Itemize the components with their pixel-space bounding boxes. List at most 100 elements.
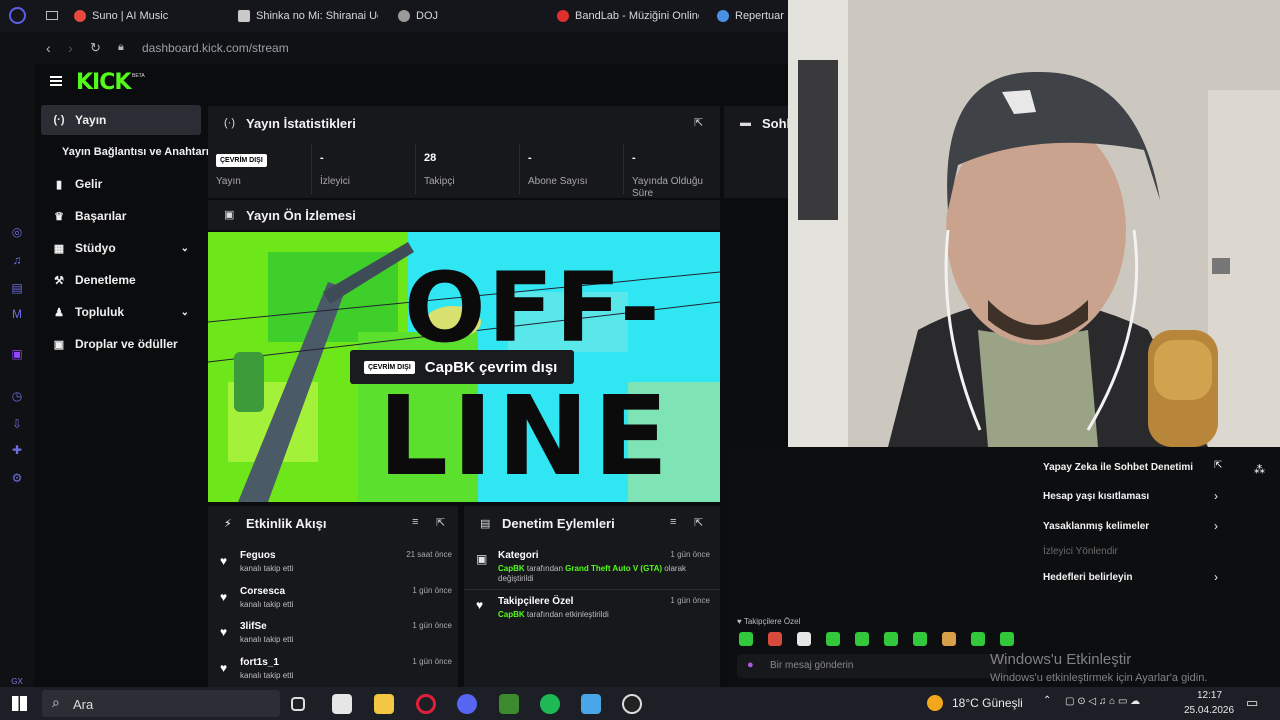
emote-icon[interactable]	[768, 632, 782, 646]
sidebar-item-gelir[interactable]: ▮ Gelir	[41, 169, 201, 199]
activity-user[interactable]: Feguos	[240, 550, 276, 561]
filter-icon[interactable]: ≡	[670, 516, 676, 528]
settings-gear-icon[interactable]: ⚙	[9, 470, 25, 486]
twitch-icon[interactable]: ▤	[9, 280, 25, 296]
heart-icon: ♥	[220, 661, 228, 675]
url-text[interactable]: dashboard.kick.com/stream	[142, 41, 289, 55]
tray-apps-icon[interactable]: ▢ ⊙ ◁ ♫ ⌂ ▭ ☁	[1065, 696, 1140, 707]
emote-icon[interactable]	[797, 632, 811, 646]
stat-value: -	[632, 152, 636, 164]
aria-icon[interactable]: ◎	[9, 224, 25, 240]
forward-icon[interactable]: ›	[68, 40, 73, 56]
windows-start-icon[interactable]	[12, 696, 27, 711]
player-icon[interactable]: ♫	[9, 252, 25, 268]
notifications-icon[interactable]: ▭	[1246, 695, 1258, 711]
search-label: Ara	[73, 697, 94, 712]
stat-label: Takipçi	[424, 176, 455, 187]
sidebar-item-yayin-baglantisi[interactable]: Yayın Bağlantısı ve Anahtarı	[56, 137, 212, 167]
filter-icon[interactable]: ≡	[412, 516, 418, 528]
clock-time[interactable]: 12:17	[1197, 690, 1222, 701]
clock-date[interactable]: 25.04.2026	[1184, 705, 1234, 716]
weather-text[interactable]: 18°C Güneşli	[952, 696, 1023, 710]
taskbar-search[interactable]: ⌕ Ara	[42, 690, 280, 717]
emote-icon[interactable]	[884, 632, 898, 646]
sidebar-item-droplar[interactable]: ▣ Droplar ve ödüller	[41, 329, 201, 359]
stats-title: Yayın İstatistikleri	[246, 116, 356, 131]
moderation-detail: CapBK tarafından Grand Theft Auto V (GTA…	[498, 564, 704, 584]
moderation-panel: ▤ Denetim Eylemleri ≡ ⇱ ▣ Kategori 1 gün…	[464, 506, 720, 687]
stat-label: Yayında Olduğu Süre	[632, 176, 703, 198]
sidebar-item-denetleme[interactable]: ⚒ Denetleme	[41, 265, 201, 295]
sidebar-item-yayin[interactable]: (·) Yayın	[41, 105, 201, 135]
menu-item-ai-moderation[interactable]: Yapay Zeka ile Sohbet Denetimi	[1043, 462, 1193, 473]
menu-item-viewer-redirect: İzleyici Yönlendir	[1043, 546, 1118, 557]
address-bar: ‹ › ↻ 🔒︎ dashboard.kick.com/stream	[34, 32, 788, 64]
sidebar-item-label: Droplar ve ödüller	[75, 337, 178, 351]
offline-badge: ÇEVRİM DIŞI	[216, 154, 267, 167]
sidebar-item-topluluk[interactable]: ♟ Topluluk ⌄	[41, 297, 201, 327]
emote-icon[interactable]	[913, 632, 927, 646]
emote-icon[interactable]	[855, 632, 869, 646]
emote-icon[interactable]	[942, 632, 956, 646]
popout-icon[interactable]: ⇱	[436, 516, 445, 529]
hamburger-menu-icon[interactable]	[50, 76, 62, 86]
menu-item-set-goals[interactable]: Hedefleri belirleyin	[1043, 572, 1132, 583]
stat-yayin: ÇEVRİM DIŞI Yayın	[208, 144, 312, 194]
game-name[interactable]: Grand Theft Auto V (GTA)	[565, 564, 662, 573]
popout-icon[interactable]: ⇱	[694, 516, 703, 529]
sidebar-item-basarilar[interactable]: ♛ Başarılar	[41, 201, 201, 231]
tab-shinka[interactable]: Shinka no Mi: Shiranai Uch	[238, 6, 378, 26]
tab-suno[interactable]: Suno | AI Music	[74, 6, 214, 26]
twitch-purple-icon[interactable]: ▣	[9, 346, 25, 362]
kick-app-icon[interactable]	[581, 694, 601, 714]
menu-item-banned-words[interactable]: Yasaklanmış kelimeler	[1043, 521, 1149, 532]
download-icon[interactable]: ⇩	[9, 416, 25, 432]
extensions-icon[interactable]: ✚	[9, 442, 25, 458]
microphone-icon[interactable]: ●	[747, 659, 754, 671]
emote-icon[interactable]	[971, 632, 985, 646]
chat-input[interactable]: ● Bir mesaj gönderin	[737, 654, 1007, 678]
store-icon[interactable]	[332, 694, 352, 714]
menu-item-account-age[interactable]: Hesap yaşı kısıtlaması	[1043, 491, 1149, 502]
discord-icon[interactable]	[457, 694, 477, 714]
emote-icon[interactable]	[739, 632, 753, 646]
emote-icon[interactable]	[826, 632, 840, 646]
chevron-down-icon: ⌄	[180, 306, 189, 318]
activity-user[interactable]: Corsesca	[240, 586, 285, 597]
sidebar-item-studyo[interactable]: ▦ Stüdyo ⌄	[41, 233, 201, 263]
stat-sure: - Yayında Olduğu Süre	[624, 144, 720, 198]
file-explorer-icon[interactable]	[374, 694, 394, 714]
tray-chevron-icon[interactable]: ⌃	[1043, 695, 1051, 706]
kick-logo[interactable]: KICK	[76, 70, 131, 95]
spotify-icon[interactable]	[540, 694, 560, 714]
tab-bandlab[interactable]: BandLab - Müziğini Online	[557, 6, 699, 26]
chat-panel: ▬ Sohb	[724, 106, 788, 198]
tab-doj[interactable]: DOJ	[398, 6, 458, 26]
sidebar-item-label: Denetleme	[75, 273, 136, 287]
opera-logo-icon[interactable]	[9, 7, 26, 24]
activity-time: 1 gün önce	[412, 621, 452, 630]
popout-icon[interactable]: ⇱	[694, 116, 703, 129]
popout-icon: ⇱	[1214, 460, 1223, 471]
tab-repertuar[interactable]: Repertuar	[717, 6, 787, 26]
obs-icon[interactable]	[622, 694, 642, 714]
history-icon[interactable]: ◷	[9, 388, 25, 404]
task-view-icon[interactable]	[291, 697, 305, 711]
reload-icon[interactable]: ↻	[90, 40, 101, 56]
weather-sun-icon[interactable]	[927, 695, 943, 711]
minecraft-icon[interactable]	[499, 694, 519, 714]
chevron-right-icon: ›	[1214, 489, 1218, 503]
kick-dashboard: KICK BETA (·) Yayın Yayın Bağlantısı ve …	[34, 64, 788, 687]
opera-gx-icon[interactable]	[416, 694, 436, 714]
activity-user[interactable]: fort1s_1	[240, 657, 279, 668]
stat-label: Yayın	[216, 176, 241, 187]
messenger-icon[interactable]: M	[9, 306, 25, 322]
emote-icon[interactable]	[1000, 632, 1014, 646]
back-icon[interactable]: ‹	[46, 40, 51, 56]
tab-manager-icon[interactable]	[46, 11, 58, 20]
heart-icon: ♥	[220, 554, 228, 568]
moderator-name[interactable]: CapBK	[498, 564, 525, 573]
share-icon[interactable]: ⁂	[1254, 463, 1265, 476]
activity-user[interactable]: 3lifSe	[240, 621, 267, 632]
moderator-name[interactable]: CapBK	[498, 610, 525, 619]
